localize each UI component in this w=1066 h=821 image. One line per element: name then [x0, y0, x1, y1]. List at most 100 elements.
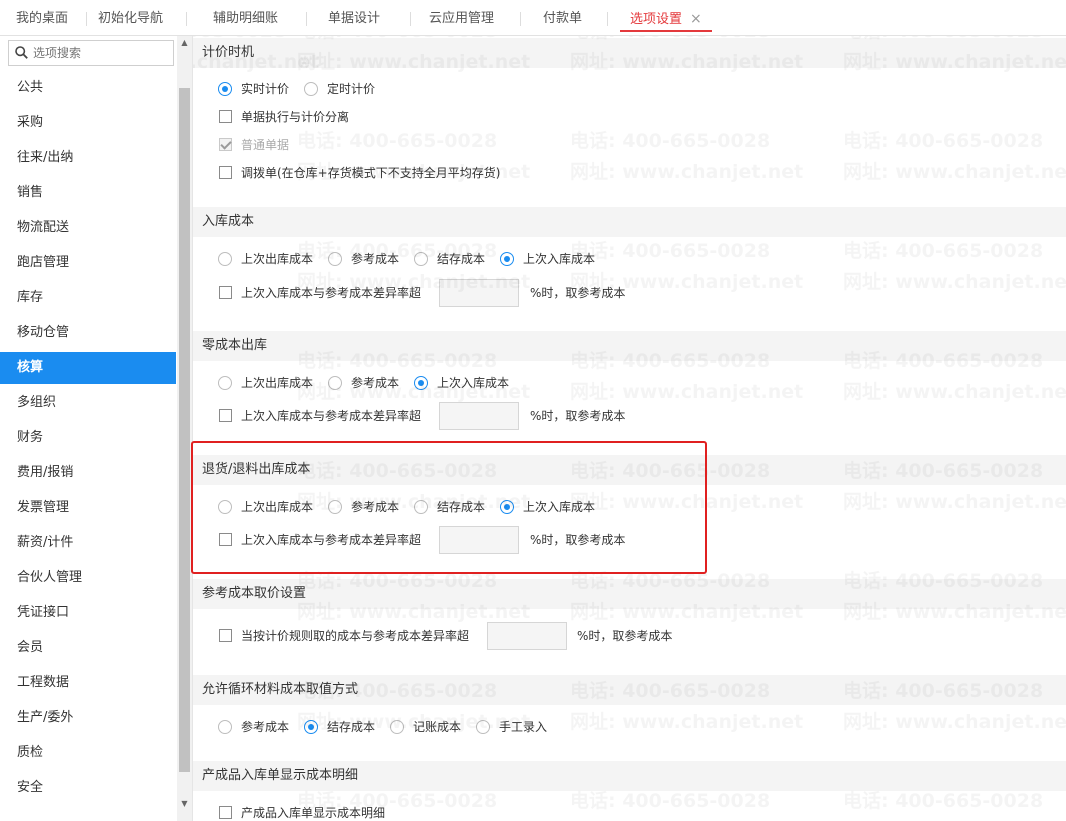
radio-label: 手工录入 — [499, 720, 548, 734]
radio-reference-cost[interactable]: 参考成本 — [218, 716, 289, 738]
checkbox-return-diff[interactable]: 上次入库成本与参考成本差异率超 — [219, 529, 421, 551]
radio-label: 结存成本 — [437, 500, 486, 514]
sidebar-item-quality[interactable]: 质检 — [0, 737, 176, 769]
sidebar-item-accounting[interactable]: 核算 — [0, 352, 176, 384]
radio-button[interactable] — [500, 500, 514, 514]
radio-realtime-pricing[interactable]: 实时计价 — [218, 78, 289, 100]
sidebar-item-inventory[interactable]: 库存 — [0, 282, 176, 314]
radio-button[interactable] — [390, 720, 404, 734]
close-icon[interactable]: × — [690, 11, 702, 27]
radio-button[interactable] — [328, 376, 342, 390]
radio-button[interactable] — [304, 82, 318, 96]
checkbox[interactable] — [219, 110, 232, 123]
sidebar-item-security[interactable]: 安全 — [0, 772, 176, 804]
radio-reference-cost[interactable]: 参考成本 — [328, 372, 399, 394]
tab-doc-design[interactable]: 单据设计 — [318, 0, 390, 36]
checkbox-zero-cost-diff[interactable]: 上次入库成本与参考成本差异率超 — [219, 405, 421, 427]
scroll-thumb[interactable] — [179, 88, 190, 772]
radio-balance-cost[interactable]: 结存成本 — [414, 496, 485, 518]
zero-cost-diff-rate-input[interactable] — [439, 402, 519, 430]
search-input[interactable] — [33, 43, 171, 63]
radio-balance-cost[interactable]: 结存成本 — [414, 248, 485, 270]
radio-button[interactable] — [328, 252, 342, 266]
radio-button[interactable] — [304, 720, 318, 734]
radio-reference-cost[interactable]: 参考成本 — [328, 496, 399, 518]
radio-label: 参考成本 — [351, 376, 400, 390]
return-diff-rate-input[interactable] — [439, 526, 519, 554]
radio-booking-cost[interactable]: 记账成本 — [390, 716, 461, 738]
sidebar-item-sales[interactable]: 销售 — [0, 177, 176, 209]
checkbox-label: 调拨单(在仓库+存货模式下不支持全月平均存货) — [241, 166, 501, 180]
sidebar-item-invoice[interactable]: 发票管理 — [0, 492, 176, 524]
section-title-product-inbound: 产成品入库单显示成本明细 — [193, 761, 1066, 791]
radio-balance-cost[interactable]: 结存成本 — [304, 716, 375, 738]
checkbox[interactable] — [219, 286, 232, 299]
tab-divider — [186, 12, 187, 26]
radio-button[interactable] — [218, 376, 232, 390]
tab-divider — [607, 12, 608, 26]
radio-button[interactable] — [414, 376, 428, 390]
sidebar-item-public[interactable]: 公共 — [0, 72, 176, 104]
checkbox-reference-diff[interactable]: 当按计价规则取的成本与参考成本差异率超 — [219, 625, 469, 647]
radio-last-outbound-cost[interactable]: 上次出库成本 — [218, 248, 313, 270]
radio-last-inbound-cost[interactable]: 上次入库成本 — [414, 372, 509, 394]
checkbox-label: 单据执行与计价分离 — [241, 110, 350, 124]
scroll-up-icon[interactable]: ▲ — [177, 36, 192, 50]
radio-button[interactable] — [218, 500, 232, 514]
tab-divider — [306, 12, 307, 26]
checkbox[interactable] — [219, 533, 232, 546]
sidebar-item-logistics[interactable]: 物流配送 — [0, 212, 176, 244]
checkbox-separate-pricing[interactable]: 单据执行与计价分离 — [219, 106, 349, 128]
reference-diff-rate-input[interactable] — [487, 622, 567, 650]
radio-button[interactable] — [218, 720, 232, 734]
radio-button[interactable] — [414, 252, 428, 266]
sidebar-item-payroll[interactable]: 薪资/计件 — [0, 527, 176, 559]
radio-button[interactable] — [218, 252, 232, 266]
radio-button[interactable] — [500, 252, 514, 266]
sidebar-item-engineering-data[interactable]: 工程数据 — [0, 667, 176, 699]
sidebar-item-finance[interactable]: 财务 — [0, 422, 176, 454]
radio-reference-cost[interactable]: 参考成本 — [328, 248, 399, 270]
radio-button[interactable] — [414, 500, 428, 514]
scroll-down-icon[interactable]: ▼ — [177, 797, 192, 811]
tab-payment[interactable]: 付款单 — [533, 0, 592, 36]
sidebar-item-production[interactable]: 生产/委外 — [0, 702, 176, 734]
sidebar-item-ar-cashier[interactable]: 往来/出纳 — [0, 142, 176, 174]
checkbox[interactable] — [219, 806, 232, 819]
radio-button[interactable] — [328, 500, 342, 514]
product-inbound-row: 产成品入库单显示成本明细 — [193, 802, 1066, 821]
sidebar-scrollbar[interactable]: ▲ ▼ — [177, 36, 192, 821]
sidebar-item-voucher-interface[interactable]: 凭证接口 — [0, 597, 176, 629]
section-title-return-cost: 退货/退料出库成本 — [193, 455, 1066, 485]
radio-manual-entry[interactable]: 手工录入 — [476, 716, 547, 738]
normal-doc-row: 普通单据 — [193, 134, 1066, 156]
sidebar-item-mobile-warehouse[interactable]: 移动仓管 — [0, 317, 176, 349]
tab-cloud-app[interactable]: 云应用管理 — [419, 0, 504, 36]
radio-last-outbound-cost[interactable]: 上次出库成本 — [218, 372, 313, 394]
checkbox-inbound-diff[interactable]: 上次入库成本与参考成本差异率超 — [219, 282, 421, 304]
inbound-diff-rate-input[interactable] — [439, 279, 519, 307]
sidebar-item-store-visit[interactable]: 跑店管理 — [0, 247, 176, 279]
checkbox[interactable] — [219, 409, 232, 422]
checkbox[interactable] — [219, 629, 232, 642]
tab-my-desktop[interactable]: 我的桌面 — [6, 0, 78, 36]
sidebar-item-multi-org[interactable]: 多组织 — [0, 387, 176, 419]
radio-last-inbound-cost[interactable]: 上次入库成本 — [500, 496, 595, 518]
separate-pricing-row: 单据执行与计价分离 — [193, 106, 1066, 128]
checkbox-show-cost-detail[interactable]: 产成品入库单显示成本明细 — [219, 802, 385, 821]
sidebar-item-member[interactable]: 会员 — [0, 632, 176, 664]
checkbox[interactable] — [219, 166, 232, 179]
sidebar-item-purchase[interactable]: 采购 — [0, 107, 176, 139]
radio-button[interactable] — [218, 82, 232, 96]
radio-button[interactable] — [476, 720, 490, 734]
tab-options-settings[interactable]: 选项设置 × — [620, 0, 712, 36]
tab-init-navigation[interactable]: 初始化导航 — [88, 0, 173, 36]
sidebar-item-partner[interactable]: 合伙人管理 — [0, 562, 176, 594]
sidebar-item-expense[interactable]: 费用/报销 — [0, 457, 176, 489]
radio-last-outbound-cost[interactable]: 上次出库成本 — [218, 496, 313, 518]
tab-divider — [520, 12, 521, 26]
tab-aux-ledger[interactable]: 辅助明细账 — [203, 0, 288, 36]
checkbox-transfer-doc[interactable]: 调拨单(在仓库+存货模式下不支持全月平均存货) — [219, 162, 500, 184]
radio-scheduled-pricing[interactable]: 定时计价 — [304, 78, 375, 100]
radio-last-inbound-cost[interactable]: 上次入库成本 — [500, 248, 595, 270]
